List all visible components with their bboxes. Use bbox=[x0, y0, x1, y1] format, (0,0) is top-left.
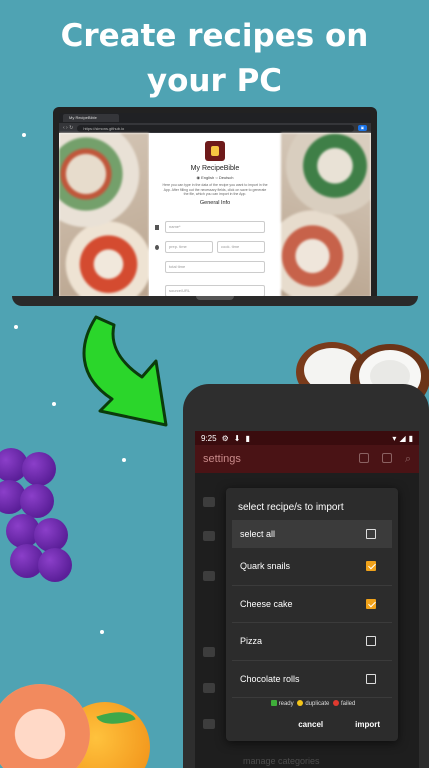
list-item-label: Chocolate rolls bbox=[240, 673, 300, 684]
gear-icon: ⚙ bbox=[221, 433, 229, 443]
manage-categories-label: manage categories bbox=[243, 756, 320, 766]
checkbox-unchecked[interactable] bbox=[366, 636, 376, 647]
import-button[interactable]: import bbox=[355, 720, 380, 729]
wifi-icon: ▾ bbox=[392, 433, 397, 443]
import-icon bbox=[203, 531, 215, 541]
list-item-label: Pizza bbox=[240, 636, 263, 647]
laptop-screen: My RecipeBible ‹ › ↻ https://simons.gith… bbox=[53, 107, 377, 297]
cloud-download-icon bbox=[203, 571, 215, 581]
browser-window: My RecipeBible ‹ › ↻ https://simons.gith… bbox=[59, 113, 371, 297]
checkbox-select-all[interactable] bbox=[366, 529, 376, 539]
list-item-recipe[interactable]: Chocolate rolls bbox=[232, 661, 392, 698]
prep-time-field[interactable]: prep. time bbox=[165, 241, 213, 253]
phone-screen: 9:25 ⚙ ⬇ ▮ ▾ ◢ ▮ settings ⌕ manage categ… bbox=[195, 431, 419, 768]
legend-failed: failed bbox=[341, 701, 356, 707]
page-title: settings bbox=[203, 453, 241, 465]
url-field[interactable]: https://simons.github.io bbox=[77, 124, 354, 132]
checkbox-checked[interactable] bbox=[366, 598, 376, 609]
list-item-recipe[interactable]: Pizza bbox=[232, 623, 392, 661]
sparkle-dot bbox=[22, 133, 26, 137]
status-bar: 9:25 ⚙ ⬇ ▮ ▾ ◢ ▮ bbox=[195, 431, 419, 445]
document-icon bbox=[203, 647, 215, 657]
status-legend: ready duplicate failed bbox=[226, 700, 398, 707]
tag-icon bbox=[203, 719, 215, 729]
recipe-list: select all Quark snails Cheese cake Pizz… bbox=[232, 520, 392, 698]
search-icon[interactable]: ⌕ bbox=[405, 453, 411, 466]
form-description: Here you can type in the data of the rec… bbox=[162, 183, 268, 196]
recipe-form: My RecipeBible ◉ English ○ Deutsch Here … bbox=[149, 133, 281, 297]
legend-duplicate: duplicate bbox=[305, 701, 330, 707]
laptop-notch bbox=[196, 296, 234, 300]
dialog-buttons: cancel import bbox=[298, 720, 380, 729]
import-dialog: select recipe/s to import select all Qua… bbox=[226, 488, 398, 741]
browser-tab-bar: My RecipeBible bbox=[59, 113, 371, 123]
ready-square-icon bbox=[270, 700, 277, 706]
headline: Create recipes on your PC bbox=[0, 14, 429, 104]
list-item-label: Cheese cake bbox=[240, 598, 293, 609]
headline-line-2: your PC bbox=[146, 63, 283, 99]
cancel-button[interactable]: cancel bbox=[298, 720, 323, 729]
list-item-select-all[interactable]: select all bbox=[232, 520, 392, 548]
browser-action-button[interactable]: ▣ bbox=[357, 125, 367, 131]
grapefruit-icon bbox=[0, 684, 90, 768]
phone-frame: 9:25 ⚙ ⬇ ▮ ▾ ◢ ▮ settings ⌕ manage categ… bbox=[183, 384, 429, 768]
browser-address-bar: ‹ › ↻ https://simons.github.io ▣ bbox=[59, 123, 371, 133]
status-time: 9:25 bbox=[201, 433, 217, 443]
checkbox-checked[interactable] bbox=[366, 561, 376, 572]
food-photo-right bbox=[281, 133, 371, 297]
cook-time-field[interactable]: cook. time bbox=[217, 241, 265, 253]
battery-icon: ▮ bbox=[408, 433, 413, 443]
total-time-field[interactable]: total time bbox=[165, 261, 265, 273]
site-title: My RecipeBible bbox=[190, 165, 240, 172]
sparkle-dot bbox=[100, 630, 104, 634]
food-photo-left bbox=[59, 133, 149, 297]
sparkle-dot bbox=[52, 402, 56, 406]
app-bar: settings ⌕ bbox=[195, 445, 419, 473]
failed-circle-icon bbox=[333, 700, 340, 706]
duplicate-circle-icon bbox=[297, 700, 304, 706]
grapes-icon bbox=[0, 440, 80, 590]
recipebible-logo-icon bbox=[205, 141, 225, 161]
search-list-icon[interactable] bbox=[381, 452, 392, 463]
section-title: General Info bbox=[199, 199, 231, 206]
browser-tab[interactable]: My RecipeBible bbox=[63, 114, 119, 122]
recipe-web-form-page: My RecipeBible ◉ English ○ Deutsch Here … bbox=[59, 133, 371, 297]
dialog-title: select recipe/s to import bbox=[238, 502, 344, 513]
list-item-label: Quark snails bbox=[240, 561, 291, 572]
calendar-icon[interactable] bbox=[358, 452, 369, 463]
nav-arrows-icon[interactable]: ‹ › ↻ bbox=[63, 125, 73, 131]
export-icon bbox=[203, 497, 215, 507]
sparkle-dot bbox=[122, 458, 126, 462]
pineapple-icon bbox=[203, 683, 215, 693]
lang-english[interactable]: English bbox=[201, 175, 214, 180]
list-item-label: select all bbox=[240, 529, 276, 539]
legend-ready: ready bbox=[278, 701, 294, 707]
name-field[interactable]: name* bbox=[165, 221, 265, 233]
lang-deutsch[interactable]: Deutsch bbox=[219, 175, 234, 180]
green-arrow-icon bbox=[82, 315, 168, 427]
sd-card-icon: ▮ bbox=[245, 433, 250, 443]
sparkle-dot bbox=[14, 325, 18, 329]
signal-icon: ◢ bbox=[399, 433, 406, 443]
clock-icon bbox=[155, 245, 159, 250]
headline-line-1: Create recipes on bbox=[60, 18, 369, 54]
checkbox-unchecked[interactable] bbox=[366, 673, 376, 684]
language-radio-group[interactable]: ◉ English ○ Deutsch bbox=[149, 175, 281, 180]
list-item-recipe[interactable]: Cheese cake bbox=[232, 586, 392, 623]
list-item-recipe[interactable]: Quark snails bbox=[232, 548, 392, 586]
book-icon bbox=[155, 225, 159, 230]
download-icon: ⬇ bbox=[233, 433, 241, 443]
